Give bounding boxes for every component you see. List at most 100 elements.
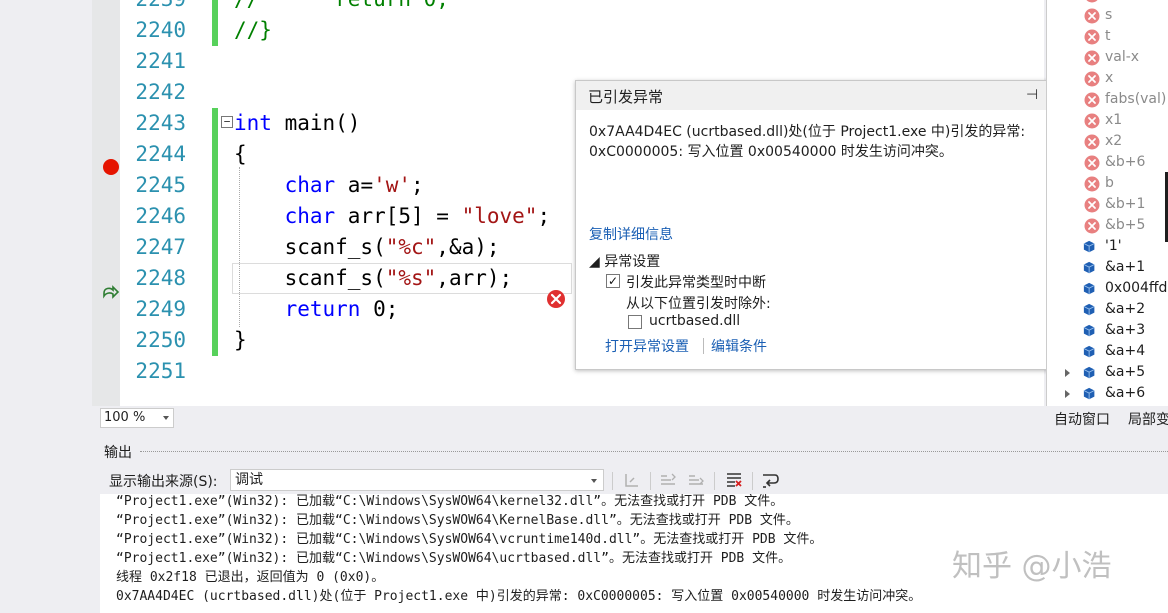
code-text: //} bbox=[234, 15, 272, 46]
watch-item[interactable]: &a+2 bbox=[1047, 300, 1168, 321]
string-token: "love" bbox=[461, 204, 538, 228]
code-text: scanf_s("%c",&a); bbox=[234, 232, 500, 263]
variable-cube-icon bbox=[1083, 240, 1095, 253]
module-exception-checkbox[interactable] bbox=[628, 315, 642, 329]
code-token: ; bbox=[411, 173, 424, 197]
change-indicator-bar bbox=[212, 170, 218, 201]
indent-guide bbox=[239, 167, 240, 327]
string-token: "%s" bbox=[385, 266, 437, 290]
tab-autos[interactable]: 自动窗口 bbox=[1054, 409, 1110, 429]
breakpoint-icon[interactable] bbox=[103, 159, 119, 175]
code-token: ; bbox=[537, 204, 551, 228]
zoom-level-dropdown[interactable]: 100 % bbox=[100, 408, 174, 428]
watch-item[interactable]: x2 bbox=[1047, 132, 1168, 153]
output-line: 线程 0x2f18 已退出，返回值为 0 (0x0)。 bbox=[116, 570, 385, 585]
toolbar-separator bbox=[752, 472, 753, 490]
keyword-token: return bbox=[284, 297, 361, 321]
watch-item[interactable]: 0x004ffd0 bbox=[1047, 279, 1168, 300]
output-source-value: 调试 bbox=[235, 472, 263, 488]
change-indicator-bar bbox=[212, 0, 218, 15]
code-token: scanf_s( bbox=[234, 266, 386, 290]
line-number: 2249 bbox=[135, 297, 186, 321]
watch-item-name: x2 bbox=[1105, 133, 1123, 149]
watch-item[interactable]: &a+4 bbox=[1047, 342, 1168, 363]
watch-item[interactable]: t bbox=[1047, 27, 1168, 48]
code-text: return 0; bbox=[234, 294, 399, 325]
clear-all-icon[interactable] bbox=[724, 470, 744, 490]
exception-popup: 已引发异常 ⊣ ✕ 0x7AA4D4EC (ucrtbased.dll)处(位于… bbox=[575, 80, 1075, 370]
error-icon bbox=[1084, 176, 1100, 192]
break-when-thrown-label[interactable]: 引发此异常类型时中断 bbox=[626, 272, 766, 292]
watch-item[interactable]: &b+5 bbox=[1047, 216, 1168, 237]
zhihu-watermark: 知乎 @小浩 bbox=[952, 549, 1112, 584]
error-icon bbox=[1084, 29, 1100, 45]
code-line[interactable]: 2241 bbox=[92, 46, 1044, 77]
watch-item-name: &b+1 bbox=[1105, 196, 1146, 212]
watch-item[interactable]: x1 bbox=[1047, 111, 1168, 132]
exception-settings-header[interactable]: ◢ 异常设置 bbox=[589, 251, 660, 271]
open-exception-settings-link[interactable]: 打开异常设置 bbox=[605, 336, 689, 356]
line-number: 2246 bbox=[135, 204, 186, 228]
line-number: 2239 bbox=[128, 0, 186, 15]
collapse-icon[interactable]: − bbox=[221, 116, 233, 128]
zoom-level-value: 100 % bbox=[104, 410, 146, 425]
except-when-thrown-from-label: 从以下位置引发时除外: bbox=[626, 296, 771, 312]
exception-message-line1: 0x7AA4D4EC (ucrtbased.dll)处(位于 Project1.… bbox=[589, 124, 1026, 140]
watch-item[interactable]: &b+1 bbox=[1047, 195, 1168, 216]
watch-item[interactable]: b bbox=[1047, 174, 1168, 195]
string-token: "%c" bbox=[385, 235, 437, 259]
keyword-token: char bbox=[284, 204, 336, 228]
toggle-word-wrap-icon[interactable] bbox=[760, 470, 780, 490]
variable-cube-icon bbox=[1083, 282, 1095, 295]
line-number: 2245 bbox=[135, 173, 186, 197]
watch-item[interactable]: '1' bbox=[1047, 237, 1168, 258]
previous-message-icon[interactable] bbox=[658, 470, 678, 490]
code-token: main() bbox=[271, 111, 361, 135]
watch-item[interactable]: val-x bbox=[1047, 48, 1168, 69]
output-source-dropdown[interactable]: 调试 bbox=[230, 469, 604, 491]
variable-cube-icon bbox=[1083, 324, 1095, 337]
line-number: 2241 bbox=[135, 49, 186, 73]
keyword-token: char bbox=[284, 173, 336, 197]
module-exception-label[interactable]: ucrtbased.dll bbox=[649, 313, 740, 329]
code-token: } bbox=[234, 328, 247, 352]
watch-item[interactable]: &a+1 bbox=[1047, 258, 1168, 279]
error-icon bbox=[1086, 0, 1098, 3]
code-line[interactable]: 2239 // return 0; bbox=[92, 0, 1044, 15]
copy-details-link[interactable]: 复制详细信息 bbox=[589, 224, 673, 244]
watch-item[interactable]: x bbox=[1047, 69, 1168, 90]
watch-item[interactable]: &a+5 bbox=[1047, 363, 1168, 384]
code-token: a= bbox=[335, 173, 374, 197]
string-token: 'w' bbox=[373, 173, 412, 197]
change-indicator-bar bbox=[212, 108, 218, 139]
watch-item-name: &a+3 bbox=[1105, 322, 1146, 338]
exception-message: 0x7AA4D4EC (ucrtbased.dll)处(位于 Project1.… bbox=[589, 122, 1025, 162]
watch-item[interactable]: fabs(val) bbox=[1047, 90, 1168, 111]
watch-item[interactable]: &b+6 bbox=[1047, 153, 1168, 174]
find-message-icon[interactable] bbox=[622, 470, 642, 490]
tab-locals[interactable]: 局部变量 bbox=[1128, 409, 1168, 429]
watch-panel[interactable]: count st val-x x fabs(val) x1 x2&b+6 b&b+1&b+5 '… bbox=[1046, 0, 1168, 430]
edit-conditions-link[interactable]: 编辑条件 bbox=[711, 336, 767, 356]
output-line: “Project1.exe”(Win32): 已加载“C:\Windows\Sy… bbox=[116, 513, 799, 528]
break-when-thrown-checkbox[interactable]: ✓ bbox=[606, 274, 620, 288]
change-indicator-bar bbox=[212, 139, 218, 170]
expand-arrow-icon[interactable] bbox=[1065, 369, 1070, 377]
code-line[interactable]: 2240 //} bbox=[92, 15, 1044, 46]
expand-arrow-icon[interactable] bbox=[1065, 390, 1070, 398]
change-indicator-bar bbox=[212, 325, 218, 356]
code-text: char a='w'; bbox=[234, 170, 424, 201]
pin-icon[interactable]: ⊣ bbox=[1026, 87, 1038, 103]
output-line: 0x7AA4D4EC (ucrtbased.dll)处(位于 Project1.… bbox=[116, 589, 922, 604]
watch-item[interactable]: s bbox=[1047, 6, 1168, 27]
next-message-icon[interactable] bbox=[686, 470, 706, 490]
watch-item-name: count bbox=[1105, 0, 1145, 2]
next-statement-arrow-icon[interactable] bbox=[102, 284, 120, 302]
error-icon bbox=[1084, 218, 1100, 234]
watch-tabs: 自动窗口 局部变量 bbox=[1046, 406, 1168, 430]
watch-item[interactable]: &a+3 bbox=[1047, 321, 1168, 342]
watch-item[interactable]: &a+6 bbox=[1047, 384, 1168, 405]
code-token: 0; bbox=[360, 297, 399, 321]
watch-item-name: &b+6 bbox=[1105, 154, 1146, 170]
comment-token: // return 0; bbox=[234, 0, 449, 11]
